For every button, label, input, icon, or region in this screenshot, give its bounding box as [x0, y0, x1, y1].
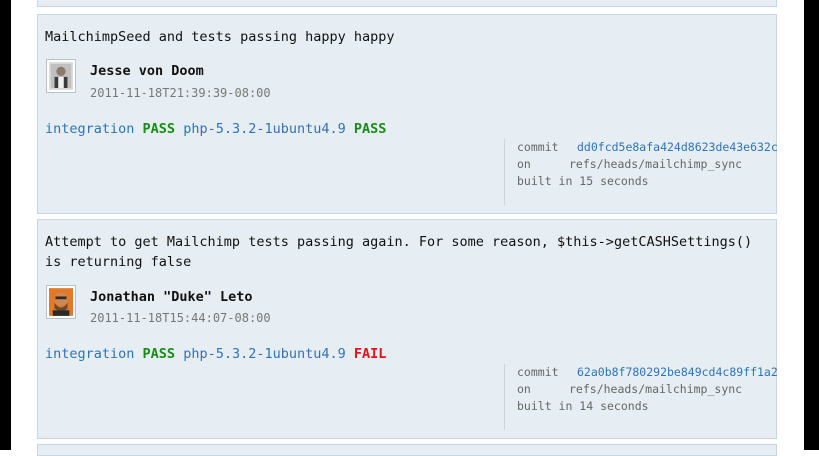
- result-status: PASS: [353, 121, 387, 137]
- result-env-name[interactable]: integration: [45, 346, 134, 362]
- commit-sha-link[interactable]: dd0fcd5e8afa424d8623de43e632cb8: [577, 140, 778, 154]
- commit-label: commit: [517, 365, 559, 379]
- commit-sha-link[interactable]: 62a0b8f780292be849cd4c89ff1a2cc: [577, 365, 778, 379]
- commit-message: Attempt to get Mailchimp tests passing a…: [45, 234, 753, 270]
- commit-meta: commit 62a0b8f780292be849cd4c89ff1a2cc on…: [504, 364, 778, 430]
- commit-meta: commit dd0fcd5e8afa424d8623de43e632cb8 on…: [504, 139, 778, 205]
- author-name[interactable]: Jonathan "Duke" Leto: [90, 289, 253, 305]
- result-env-name[interactable]: integration: [45, 121, 134, 137]
- ref-label: on: [517, 382, 531, 396]
- author-name[interactable]: Jesse von Doom: [90, 63, 204, 79]
- window-frame-right: [804, 0, 819, 450]
- build-card: Attempt to get Mailchimp tests passing a…: [37, 219, 778, 439]
- ref-name: refs/heads/mailchimp_sync: [569, 157, 743, 171]
- avatar-photo-icon: [49, 288, 73, 316]
- result-env-name[interactable]: php-5.3.2-1ubuntu4.9: [183, 121, 346, 137]
- build-card: MailchimpSeed and tests passing happy ha…: [37, 14, 778, 214]
- build-card-previous: [37, 0, 777, 7]
- build-duration: built in 14 seconds: [517, 399, 649, 413]
- ref-label: on: [517, 157, 531, 171]
- build-card-next: [37, 444, 777, 456]
- build-timestamp: 2011-11-18T21:39:39-08:00: [90, 86, 271, 100]
- build-timestamp: 2011-11-18T15:44:07-08:00: [90, 311, 271, 325]
- result-status: FAIL: [353, 346, 387, 362]
- build-results: integration PASS php-5.3.2-1ubuntu4.9 FA…: [45, 346, 386, 362]
- avatar-photo-icon: [49, 62, 73, 90]
- result-status: PASS: [142, 346, 176, 362]
- author-avatar[interactable]: [46, 59, 76, 93]
- commit-label: commit: [517, 140, 559, 154]
- author-avatar[interactable]: [46, 285, 76, 319]
- build-duration: built in 15 seconds: [517, 174, 649, 188]
- ref-name: refs/heads/mailchimp_sync: [569, 382, 743, 396]
- window-frame-left: [0, 0, 11, 450]
- result-env-name[interactable]: php-5.3.2-1ubuntu4.9: [183, 346, 346, 362]
- build-results: integration PASS php-5.3.2-1ubuntu4.9 PA…: [45, 121, 386, 137]
- commit-message: MailchimpSeed and tests passing happy ha…: [45, 29, 395, 45]
- result-status: PASS: [142, 121, 176, 137]
